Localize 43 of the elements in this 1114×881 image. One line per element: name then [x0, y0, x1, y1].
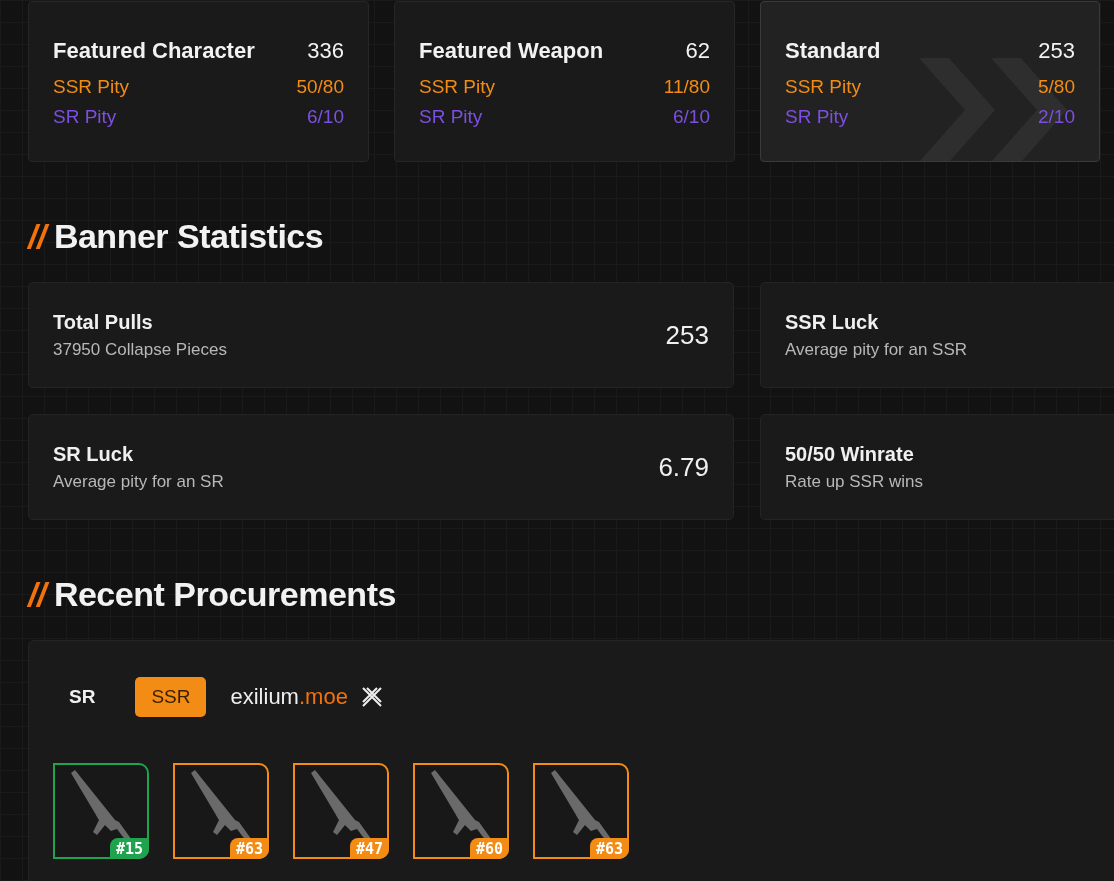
pity-label: SR Pity	[53, 105, 117, 129]
rarity-tab[interactable]: SR	[53, 677, 112, 717]
pity-badge: #15	[109, 838, 149, 859]
stat-subtitle: Average pity for an SSR	[785, 339, 968, 360]
pity-label: SR Pity	[419, 105, 483, 129]
pity-badge: #60	[469, 838, 509, 859]
pity-label: SSR Pity	[53, 75, 130, 99]
pity-value: 11/80	[663, 75, 710, 99]
banner-title: Featured Character	[53, 38, 255, 64]
stat-title: SR Luck	[53, 442, 135, 466]
crossed-lines-icon	[359, 685, 384, 709]
pity-value: 50/80	[296, 75, 344, 99]
rarity-tab[interactable]: SSR	[135, 677, 207, 717]
pity-value: 6/10	[673, 105, 710, 129]
banner-title: Standard	[785, 38, 881, 64]
stat-title: Total Pulls	[53, 310, 154, 334]
stat-subtitle: Rate up SSR wins	[785, 471, 923, 492]
stat-subtitle: 37950 Collapse Pieces	[53, 339, 227, 360]
pity-value: 6/10	[307, 105, 344, 129]
pull-count: 62	[685, 38, 710, 64]
pity-badge: #63	[229, 838, 269, 859]
section-heading: Banner Statistics	[53, 217, 324, 256]
section-heading: Recent Procurements	[53, 575, 396, 614]
pity-value: 2/10	[1038, 105, 1075, 129]
pity-label: SR Pity	[785, 105, 849, 129]
pity-label: SSR Pity	[419, 75, 496, 99]
stat-title: 50/50 Winrate	[785, 442, 915, 466]
banner-card[interactable]: Featured Weapon 62 SSR Pity 11/80 SR Pity 6/10	[394, 1, 735, 162]
banner-card[interactable]: Standard 253 SSR Pity 5/80 SR Pity 2/10	[760, 1, 1100, 162]
pity-label: SSR Pity	[785, 75, 862, 99]
pull-count: 336	[307, 38, 344, 64]
banner-title: Featured Weapon	[419, 38, 604, 64]
pull-count: 253	[1038, 38, 1075, 64]
stat-title: SSR Luck	[785, 310, 880, 334]
pity-badge: #63	[589, 838, 629, 859]
weapon-card[interactable]: #15	[53, 763, 149, 859]
pity-value: 5/80	[1038, 75, 1075, 99]
site-name: exilium.moe	[230, 684, 348, 710]
stat-value: 6.79	[658, 451, 709, 483]
stat-subtitle: Average pity for an SR	[53, 471, 224, 492]
stat-value: 253	[665, 319, 709, 351]
banner-card[interactable]: Featured Character 336 SSR Pity 50/80 SR Pity 6/10	[28, 1, 369, 162]
pity-badge: #47	[349, 838, 389, 859]
